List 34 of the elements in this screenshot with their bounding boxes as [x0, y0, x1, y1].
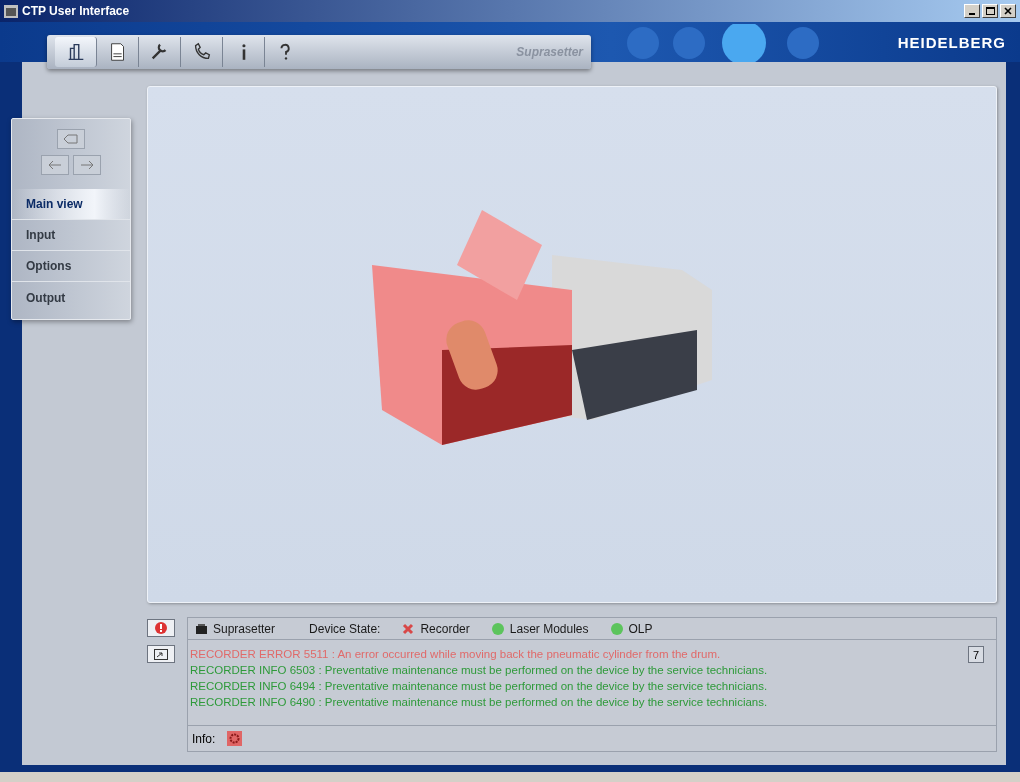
app-icon — [4, 4, 18, 18]
nav-item[interactable]: Output — [12, 282, 130, 313]
gear-icon — [227, 731, 243, 746]
maximize-icon — [985, 7, 995, 15]
message-count: 7 — [968, 646, 984, 663]
close-icon — [1004, 7, 1012, 15]
device-model-label: Suprasetter — [516, 45, 583, 59]
close-button[interactable] — [1000, 4, 1016, 18]
device-icon — [196, 623, 207, 634]
device-tool[interactable] — [55, 37, 97, 67]
export-button[interactable] — [147, 645, 175, 663]
nav-item[interactable]: Input — [12, 220, 130, 251]
maximize-button[interactable] — [982, 4, 998, 18]
info-label: Info: — [192, 731, 216, 746]
back-arrow-icon — [46, 159, 64, 171]
minimize-button[interactable] — [964, 4, 980, 18]
device-state-label: Device State: — [309, 621, 381, 636]
error-message: RECORDER ERROR 5511 : An error occurred while moving back the pneumatic cylinder from the drum. — [190, 647, 722, 662]
nav-item[interactable]: Main view — [12, 189, 130, 220]
info-message: RECORDER INFO 6503 : Preventative maintenance must be performed on the device by the service technicians. — [190, 663, 769, 678]
info-icon — [241, 44, 246, 60]
state-label: Laser Modules — [509, 621, 589, 636]
info-message: RECORDER INFO 6490 : Preventative maintenance must be performed on the device by the service technicians. — [190, 695, 769, 710]
alert-icon — [155, 622, 167, 634]
state-label: OLP — [628, 621, 653, 636]
alert-button[interactable] — [147, 619, 175, 637]
device-name: Suprasetter — [213, 621, 276, 636]
forward-arrow-icon — [78, 159, 96, 171]
window-title: CTP User Interface — [22, 4, 131, 18]
state-label: Recorder — [420, 621, 470, 636]
logo: HEIDELBERG — [897, 34, 1006, 51]
nav-item[interactable]: Options — [12, 251, 130, 282]
export-icon — [153, 647, 169, 661]
info-message: RECORDER INFO 6494 : Preventative maintenance must be performed on the device by the service technicians. — [190, 679, 769, 694]
